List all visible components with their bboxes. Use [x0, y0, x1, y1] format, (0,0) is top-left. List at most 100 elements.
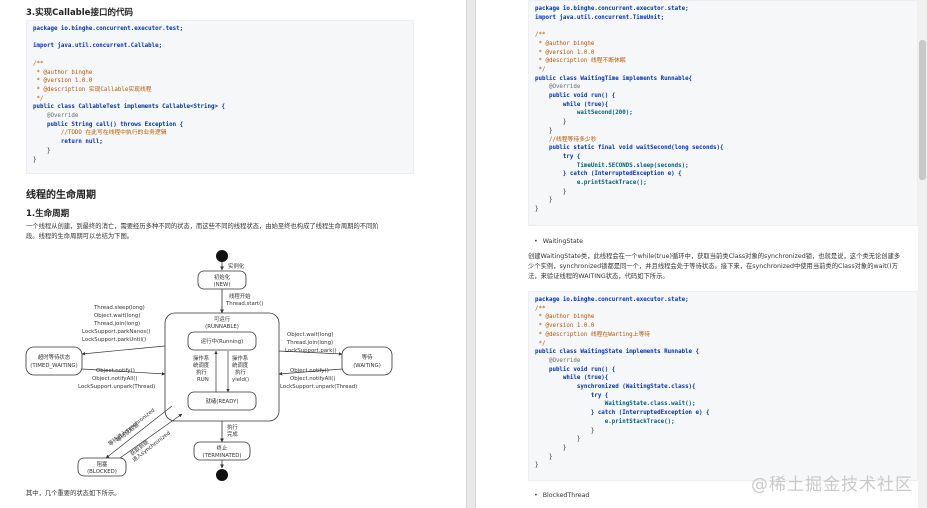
end-node [216, 469, 228, 481]
code-line: /** [535, 32, 546, 39]
code-line: } [535, 444, 567, 451]
svg-text:Thread.join(long): Thread.join(long) [286, 340, 333, 346]
code-line: public void run() { [535, 93, 616, 100]
code-line: try { [535, 392, 609, 399]
document-page-right: package io.binghe.concurrent.executor.st… [476, 0, 927, 508]
start-node [216, 250, 228, 262]
svg-text:Thread.join(long): Thread.join(long) [93, 321, 140, 327]
svg-text:LockSupport.parkUntil(): LockSupport.parkUntil() [82, 337, 146, 343]
code-line: public String call() throws Exception { [33, 121, 184, 128]
paragraph-waiting-state: 创建WaitingState类，此线程会在一个while(true)循环中，获取… [528, 253, 901, 280]
label-waiting: 等待 [362, 353, 373, 361]
svg-text:yield(): yield() [232, 377, 249, 383]
code-line: */ [535, 340, 546, 347]
svg-text:执行: 执行 [196, 368, 207, 376]
code-block-waiting-time: package io.binghe.concurrent.executor.st… [528, 0, 918, 226]
code-line: import java.util.concurrent.Callable; [33, 43, 163, 50]
code-line: * @description 线程不断休眠 [535, 58, 626, 65]
code-line: package io.binghe.concurrent.executor.st… [535, 6, 689, 12]
svg-text:LockSupport.park(): LockSupport.park() [285, 348, 337, 354]
bullet-list-blocked: BlockedThread [534, 492, 590, 499]
code-line: } [535, 462, 539, 469]
svg-text:Object.wait(long): Object.wait(long) [94, 313, 140, 319]
label-new-en: (NEW) [214, 282, 231, 288]
svg-text:完成: 完成 [227, 430, 238, 438]
code-line: } [33, 147, 51, 154]
code-line: */ [33, 95, 44, 102]
code-line: @Override [33, 113, 79, 120]
code-line: } [535, 206, 539, 213]
code-line: * @description 实现Callable实现线程 [33, 86, 152, 93]
label-start: 线程开始 [229, 292, 251, 300]
code-line: /** [535, 305, 546, 312]
label-start-method: Thread.start() [225, 301, 263, 307]
code-line: * @version 1.0.0 [33, 78, 93, 85]
code-line: } [535, 427, 595, 434]
watermark-text: @稀土掘金技术社区 [751, 475, 913, 495]
svg-text:(TIMED_WAITING): (TIMED_WAITING) [30, 363, 77, 369]
code-line: WaitingState.class.wait(); [535, 401, 696, 408]
svg-text:统调度: 统调度 [193, 361, 210, 369]
label-runnable: 可运行 [214, 315, 231, 323]
heading-lifecycle-sub: 1.生命周期 [26, 209, 70, 219]
code-line: */ [535, 66, 546, 73]
code-line: * @author binghe [535, 314, 595, 321]
code-line: public class CallableTest implements Cal… [33, 104, 225, 111]
label-instantiate: 实例化 [228, 262, 245, 270]
label-tw-out: Object.notify() [96, 368, 135, 374]
label-new: 初始化 [214, 273, 231, 281]
label-blocked: 阻塞 [97, 460, 108, 468]
code-line: @Override [535, 357, 581, 364]
vertical-scrollbar[interactable] [918, 0, 927, 508]
label-sched-right: 操作系 [232, 354, 249, 362]
bullet-list-waiting: WaitingState [534, 238, 583, 245]
code-line: } [33, 156, 37, 163]
code-line: package io.binghe.concurrent.executor.st… [535, 297, 689, 303]
code-line: public void run() { [535, 366, 616, 373]
code-line: e.printStackTrace(); [535, 418, 675, 425]
label-w-in: Object.wait(long) [287, 332, 333, 338]
code-line: * @description 线程在Warting上等待 [535, 331, 651, 338]
scrollbar-thumb[interactable] [919, 40, 926, 180]
paragraph-important-states: 其中，几个重要的状态如下所示。 [26, 490, 121, 497]
code-line: } catch (InterruptedException e) { [535, 410, 710, 417]
label-timed-waiting: 超时等待状态 [38, 353, 71, 361]
heading-lifecycle: 线程的生命周期 [26, 190, 96, 201]
label-finish: 执行 [227, 423, 238, 431]
code-line: import java.util.concurrent.TimeUnit; [535, 14, 665, 21]
label-w-out: Object.notify() [290, 368, 329, 374]
label-terminated: 终止 [217, 444, 228, 452]
label-running: 运行中(Running) [201, 337, 243, 345]
code-line: //线程等待多少秒 [535, 136, 597, 143]
svg-text:Object.notifyAll(): Object.notifyAll() [92, 376, 137, 382]
bullet-waiting-state: WaitingState [534, 238, 583, 245]
code-line: e.printStackTrace(); [535, 180, 647, 187]
code-line: * @version 1.0.0 [535, 49, 595, 56]
code-line: } [535, 453, 553, 460]
svg-text:LockSupport.unpark(Thread): LockSupport.unpark(Thread) [280, 384, 357, 390]
page-gutter [466, 0, 476, 508]
code-line: } [535, 436, 581, 443]
code-line: * @version 1.0.0 [535, 323, 595, 330]
code-line: * @author binghe [535, 40, 595, 47]
state-timed-waiting [25, 346, 83, 376]
code-line: waitSecond(200); [535, 110, 633, 117]
code-line: while (true){ [535, 375, 609, 382]
svg-text:(TERMINATED): (TERMINATED) [202, 453, 241, 459]
svg-text:(BLOCKED): (BLOCKED) [87, 469, 117, 475]
bullet-blocked-thread: BlockedThread [534, 492, 590, 499]
document-page-left: 3.实现Callable接口的代码 package io.binghe.conc… [0, 0, 466, 508]
code-line: } [535, 188, 567, 195]
code-line: package io.binghe.concurrent.executor.te… [33, 26, 184, 32]
code-line: * @author binghe [33, 69, 93, 76]
section-heading-callable: 3.实现Callable接口的代码 [26, 8, 133, 18]
code-line: } [535, 197, 553, 204]
svg-text:LockSupport.parkNanos(): LockSupport.parkNanos() [82, 329, 150, 335]
code-block-callable: package io.binghe.concurrent.executor.te… [26, 20, 414, 174]
code-line: synchronized (WaitingState.class){ [535, 384, 696, 391]
label-ready: 就绪(READY) [206, 397, 239, 405]
label-tw-in: Thread.sleep(long) [93, 305, 145, 311]
code-line: while (true){ [535, 101, 609, 108]
code-line: /** [33, 60, 44, 67]
code-line: TimeUnit.SECONDS.sleep(seconds); [535, 162, 689, 169]
